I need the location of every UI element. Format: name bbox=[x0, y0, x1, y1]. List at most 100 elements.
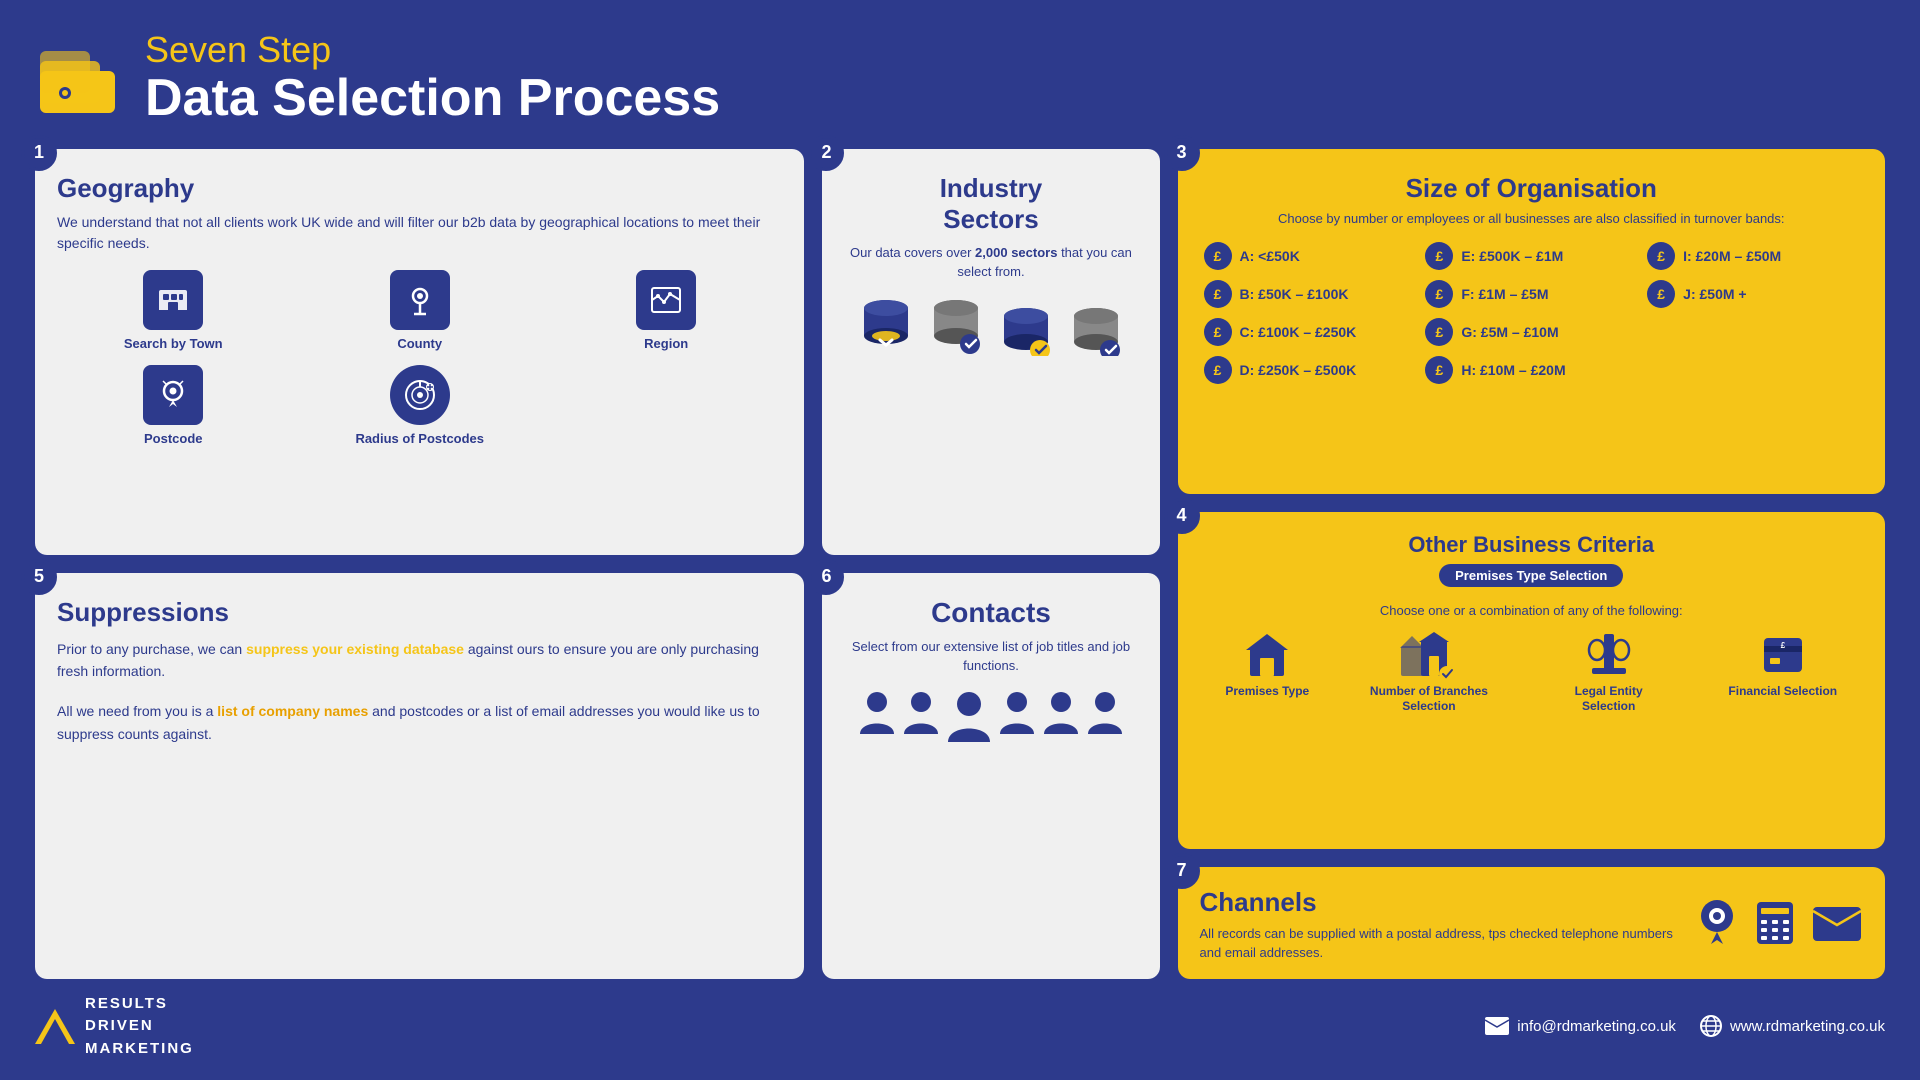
branches-icon bbox=[1399, 630, 1459, 680]
pound-g: £ bbox=[1425, 318, 1453, 346]
people-icons bbox=[844, 690, 1137, 746]
step-3-badge: 3 bbox=[1164, 135, 1200, 171]
geography-icons: Search by Town County bbox=[57, 270, 782, 446]
geo-region: Region bbox=[550, 270, 782, 351]
size-card: 3 Size of Organisation Choose by number … bbox=[1178, 149, 1885, 494]
criteria-legal: Legal Entity Selection bbox=[1549, 630, 1669, 715]
suppressions-para1: Prior to any purchase, we can suppress y… bbox=[57, 638, 782, 683]
region-icon bbox=[636, 270, 696, 330]
pound-h: £ bbox=[1425, 356, 1453, 384]
geo-search-by-town: Search by Town bbox=[57, 270, 289, 351]
band-i: £ I: £20M – £50M bbox=[1647, 242, 1859, 270]
other-biz-subtitle: Choose one or a combination of any of th… bbox=[1200, 603, 1863, 618]
col1: 1 Geography We understand that not all c… bbox=[35, 149, 804, 979]
pound-a: £ bbox=[1204, 242, 1232, 270]
db-icon-3 bbox=[996, 296, 1056, 356]
band-g: £ G: £5M – £10M bbox=[1425, 318, 1637, 346]
criteria-branches: Number of Branches Selection bbox=[1369, 630, 1489, 715]
db-icon-2 bbox=[926, 296, 986, 356]
county-icon bbox=[390, 270, 450, 330]
band-d: £ D: £250K – £500K bbox=[1204, 356, 1416, 384]
channels-title: Channels bbox=[1200, 887, 1675, 918]
step-5-badge: 5 bbox=[21, 559, 57, 595]
location-pin-icon bbox=[1695, 898, 1739, 948]
footer-logo-text: RESULTSDRIVENMARKETING bbox=[85, 993, 194, 1061]
col3: 3 Size of Organisation Choose by number … bbox=[1178, 149, 1885, 979]
financial-icon: £ bbox=[1758, 630, 1808, 680]
other-biz-title: Other Business Criteria bbox=[1200, 532, 1863, 558]
postcode-icon bbox=[143, 365, 203, 425]
premises-label: Premises Type bbox=[1225, 684, 1309, 700]
main-container: Seven Step Data Selection Process 1 Geog… bbox=[0, 0, 1920, 1080]
geo-county: County bbox=[303, 270, 535, 351]
step-4-badge: 4 bbox=[1164, 498, 1200, 534]
pound-f: £ bbox=[1425, 280, 1453, 308]
suppressions-card: 5 Suppressions Prior to any purchase, we… bbox=[35, 573, 804, 979]
legal-label: Legal Entity Selection bbox=[1549, 684, 1669, 715]
contacts-description: Select from our extensive list of job ti… bbox=[844, 637, 1137, 676]
channels-icons bbox=[1695, 898, 1863, 948]
postcode-label: Postcode bbox=[144, 431, 203, 446]
band-c: £ C: £100K – £250K bbox=[1204, 318, 1416, 346]
band-h-label: H: £10M – £20M bbox=[1461, 362, 1565, 378]
header: Seven Step Data Selection Process bbox=[35, 30, 1885, 127]
size-title: Size of Organisation bbox=[1204, 173, 1859, 204]
geography-title: Geography bbox=[57, 173, 782, 204]
band-d-label: D: £250K – £500K bbox=[1240, 362, 1357, 378]
channels-content: Channels All records can be supplied wit… bbox=[1200, 883, 1863, 963]
town-icon bbox=[143, 270, 203, 330]
size-grid: £ A: <£50K £ B: £50K – £100K £ C: £100K … bbox=[1204, 242, 1859, 384]
town-label: Search by Town bbox=[124, 336, 223, 351]
premises-badge-wrap: Premises Type Selection bbox=[1200, 564, 1863, 595]
band-g-label: G: £5M – £10M bbox=[1461, 324, 1558, 340]
pound-d: £ bbox=[1204, 356, 1232, 384]
geography-description: We understand that not all clients work … bbox=[57, 212, 782, 254]
suppressions-para2: All we need from you is a list of compan… bbox=[57, 700, 782, 745]
globe-icon bbox=[1700, 1015, 1722, 1037]
person-highlighted bbox=[946, 690, 992, 746]
sector-count: 2,000 sectors bbox=[975, 245, 1057, 260]
industry-description: Our data covers over 2,000 sectors that … bbox=[844, 243, 1137, 282]
footer-website-text: www.rdmarketing.co.uk bbox=[1730, 1018, 1885, 1035]
telephone-icon bbox=[1753, 898, 1797, 948]
step-7-badge: 7 bbox=[1164, 853, 1200, 889]
company-names-highlight: list of company names bbox=[217, 703, 368, 719]
channels-text: Channels All records can be supplied wit… bbox=[1200, 883, 1675, 963]
premises-badge: Premises Type Selection bbox=[1439, 564, 1623, 587]
band-f: £ F: £1M – £5M bbox=[1425, 280, 1637, 308]
step-6-badge: 6 bbox=[808, 559, 844, 595]
size-col3: £ I: £20M – £50M £ J: £50M + bbox=[1647, 242, 1859, 384]
band-a: £ A: <£50K bbox=[1204, 242, 1416, 270]
industry-card: 2 IndustrySectors Our data covers over 2… bbox=[822, 149, 1159, 555]
pound-j: £ bbox=[1647, 280, 1675, 308]
database-icons bbox=[844, 296, 1137, 356]
band-c-label: C: £100K – £250K bbox=[1240, 324, 1357, 340]
footer: RESULTSDRIVENMARKETING info@rdmarketing.… bbox=[35, 993, 1885, 1061]
pound-c: £ bbox=[1204, 318, 1232, 346]
step-2-badge: 2 bbox=[808, 135, 844, 171]
channels-description: All records can be supplied with a posta… bbox=[1200, 924, 1675, 963]
person-5 bbox=[1086, 690, 1124, 738]
header-title: Data Selection Process bbox=[145, 70, 720, 127]
geo-postcode: Postcode bbox=[57, 365, 289, 446]
criteria-premises: Premises Type bbox=[1225, 630, 1309, 700]
other-biz-card: 4 Other Business Criteria Premises Type … bbox=[1178, 512, 1885, 849]
size-col2: £ E: £500K – £1M £ F: £1M – £5M £ G: £5M… bbox=[1425, 242, 1637, 384]
premises-type-icon bbox=[1242, 630, 1292, 680]
db-icon-1 bbox=[856, 296, 916, 356]
footer-website: www.rdmarketing.co.uk bbox=[1700, 1015, 1885, 1037]
suppress-highlight: suppress your existing database bbox=[246, 641, 464, 657]
band-b: £ B: £50K – £100K bbox=[1204, 280, 1416, 308]
size-subtitle: Choose by number or employees or all bus… bbox=[1204, 210, 1859, 228]
header-logo-icon bbox=[35, 41, 125, 116]
person-4 bbox=[1042, 690, 1080, 738]
pound-b: £ bbox=[1204, 280, 1232, 308]
header-text: Seven Step Data Selection Process bbox=[145, 30, 720, 127]
person-3 bbox=[998, 690, 1036, 738]
industry-title: IndustrySectors bbox=[844, 173, 1137, 235]
criteria-icons: Premises Type Number of bbox=[1200, 630, 1863, 715]
footer-email: info@rdmarketing.co.uk bbox=[1485, 1017, 1676, 1035]
footer-contact: info@rdmarketing.co.uk www.rdmarketing.c… bbox=[1485, 1015, 1885, 1037]
band-b-label: B: £50K – £100K bbox=[1240, 286, 1349, 302]
col2: 2 IndustrySectors Our data covers over 2… bbox=[822, 149, 1159, 979]
